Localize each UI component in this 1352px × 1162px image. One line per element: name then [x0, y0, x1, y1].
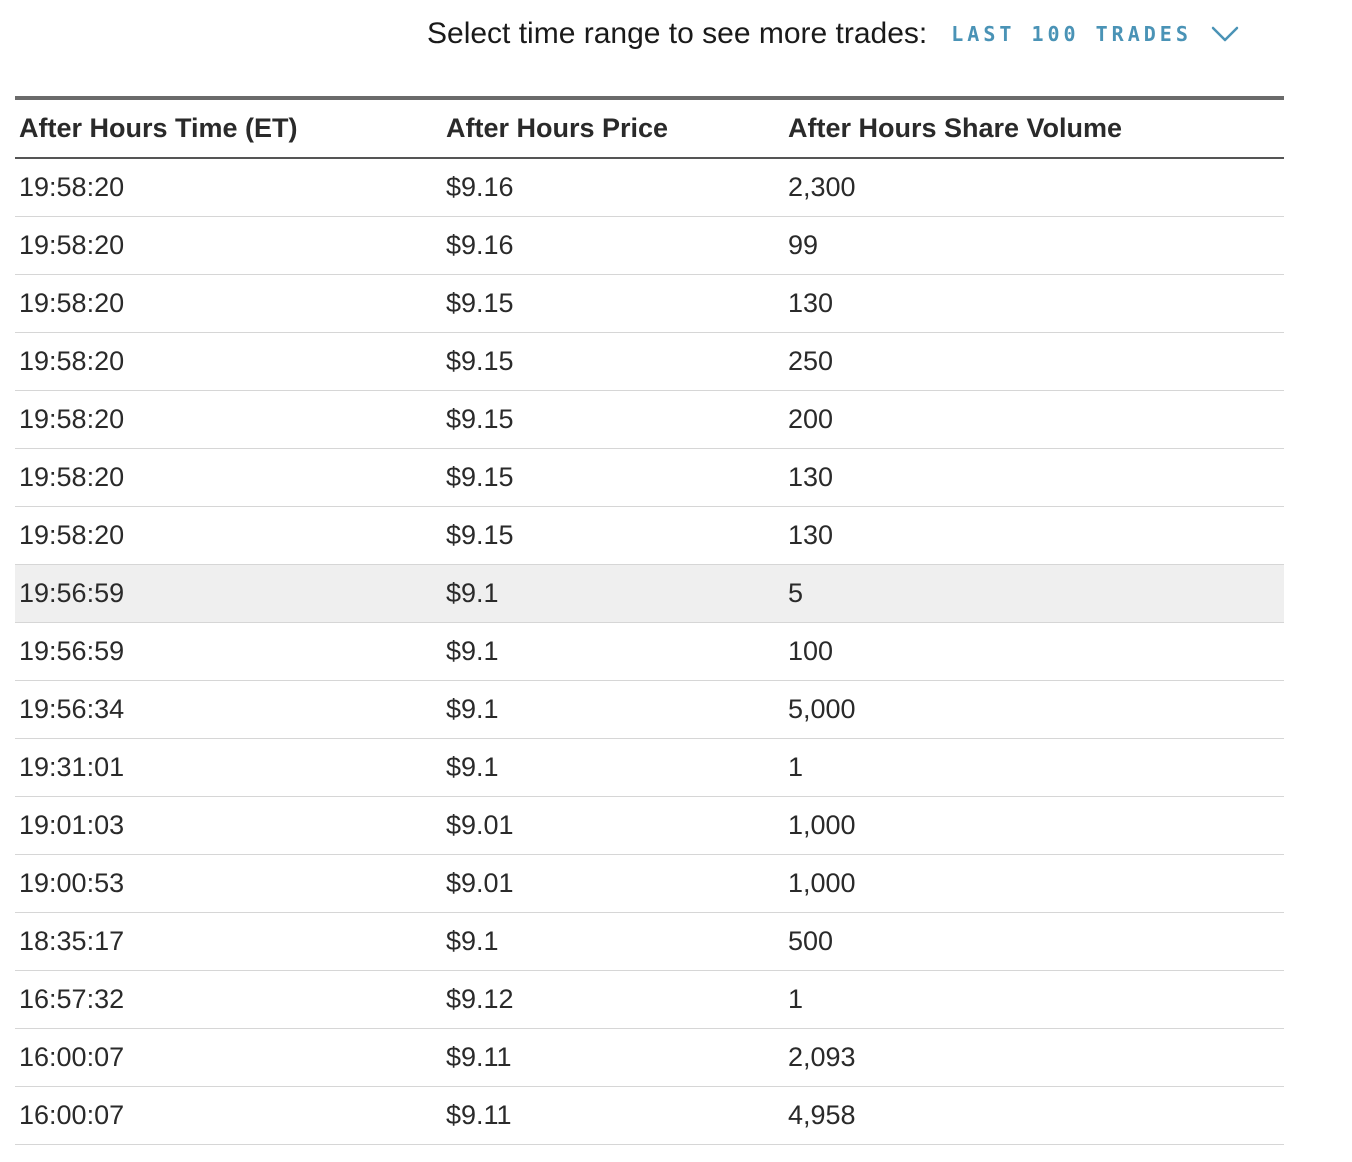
- trades-table-body: 19:58:20 $9.16 2,300 19:58:20 $9.16 99 19:58:2…: [15, 158, 1284, 1145]
- cell-volume: 500: [784, 912, 1284, 971]
- trades-table: After Hours Time (ET) After Hours Price …: [15, 96, 1284, 1145]
- cell-volume: 4,958: [784, 1086, 1284, 1145]
- cell-time: 19:58:20: [15, 158, 442, 217]
- table-row: 19:58:20 $9.15 130: [15, 448, 1284, 507]
- table-header-row: After Hours Time (ET) After Hours Price …: [15, 98, 1284, 159]
- cell-time: 19:56:34: [15, 680, 442, 739]
- table-row: 19:58:20 $9.15 250: [15, 332, 1284, 391]
- cell-time: 19:01:03: [15, 796, 442, 855]
- cell-volume: 1,000: [784, 854, 1284, 913]
- table-row: 18:35:17 $9.1 500: [15, 912, 1284, 971]
- time-range-dropdown[interactable]: LAST 100 TRADES: [951, 14, 1240, 54]
- cell-price: $9.01: [442, 796, 784, 855]
- table-row: 19:58:20 $9.16 99: [15, 216, 1284, 275]
- column-header-volume: After Hours Share Volume: [784, 98, 1284, 159]
- cell-volume: 99: [784, 216, 1284, 275]
- cell-volume: 200: [784, 390, 1284, 449]
- cell-price: $9.15: [442, 274, 784, 333]
- table-row: 16:00:07 $9.11 2,093: [15, 1028, 1284, 1087]
- column-header-price: After Hours Price: [442, 98, 784, 159]
- table-row: 19:56:59 $9.1 100: [15, 622, 1284, 681]
- time-range-bar: Select time range to see more trades: LA…: [427, 14, 1240, 54]
- cell-time: 19:58:20: [15, 216, 442, 275]
- table-row: 19:01:03 $9.01 1,000: [15, 796, 1284, 855]
- cell-price: $9.15: [442, 448, 784, 507]
- cell-time: 18:35:17: [15, 912, 442, 971]
- cell-volume: 130: [784, 274, 1284, 333]
- cell-time: 19:58:20: [15, 448, 442, 507]
- cell-price: $9.1: [442, 622, 784, 681]
- cell-price: $9.1: [442, 564, 784, 623]
- cell-time: 16:00:07: [15, 1086, 442, 1145]
- table-row: 19:56:34 $9.1 5,000: [15, 680, 1284, 739]
- cell-price: $9.11: [442, 1086, 784, 1145]
- cell-time: 19:56:59: [15, 564, 442, 623]
- cell-time: 19:58:20: [15, 506, 442, 565]
- table-row: 19:58:20 $9.15 130: [15, 506, 1284, 565]
- column-header-time: After Hours Time (ET): [15, 98, 442, 159]
- table-row: 16:00:07 $9.11 4,958: [15, 1086, 1284, 1145]
- cell-volume: 1: [784, 970, 1284, 1029]
- cell-time: 19:00:53: [15, 854, 442, 913]
- cell-time: 16:57:32: [15, 970, 442, 1029]
- cell-time: 19:31:01: [15, 738, 442, 797]
- cell-price: $9.11: [442, 1028, 784, 1087]
- table-row: 19:58:20 $9.15 130: [15, 274, 1284, 333]
- cell-price: $9.16: [442, 216, 784, 275]
- cell-price: $9.15: [442, 390, 784, 449]
- cell-price: $9.1: [442, 912, 784, 971]
- table-row: 19:58:20 $9.16 2,300: [15, 158, 1284, 217]
- cell-volume: 1,000: [784, 796, 1284, 855]
- cell-price: $9.1: [442, 738, 784, 797]
- chevron-down-icon: [1210, 24, 1240, 44]
- cell-volume: 2,300: [784, 158, 1284, 217]
- table-row: 19:56:59 $9.1 5: [15, 564, 1284, 623]
- table-row: 19:31:01 $9.1 1: [15, 738, 1284, 797]
- cell-time: 16:00:07: [15, 1028, 442, 1087]
- cell-volume: 130: [784, 448, 1284, 507]
- cell-volume: 1: [784, 738, 1284, 797]
- cell-price: $9.12: [442, 970, 784, 1029]
- cell-price: $9.01: [442, 854, 784, 913]
- cell-time: 19:58:20: [15, 390, 442, 449]
- cell-volume: 130: [784, 506, 1284, 565]
- cell-volume: 5: [784, 564, 1284, 623]
- time-range-label: Select time range to see more trades:: [427, 17, 928, 50]
- table-row: 16:57:32 $9.12 1: [15, 970, 1284, 1029]
- cell-volume: 2,093: [784, 1028, 1284, 1087]
- cell-time: 19:56:59: [15, 622, 442, 681]
- table-row: 19:00:53 $9.01 1,000: [15, 854, 1284, 913]
- table-row: 19:58:20 $9.15 200: [15, 390, 1284, 449]
- cell-price: $9.15: [442, 332, 784, 391]
- cell-time: 19:58:20: [15, 274, 442, 333]
- cell-price: $9.15: [442, 506, 784, 565]
- cell-volume: 5,000: [784, 680, 1284, 739]
- cell-price: $9.16: [442, 158, 784, 217]
- cell-volume: 100: [784, 622, 1284, 681]
- time-range-selected-value: LAST 100 TRADES: [951, 22, 1192, 46]
- cell-volume: 250: [784, 332, 1284, 391]
- cell-time: 19:58:20: [15, 332, 442, 391]
- cell-price: $9.1: [442, 680, 784, 739]
